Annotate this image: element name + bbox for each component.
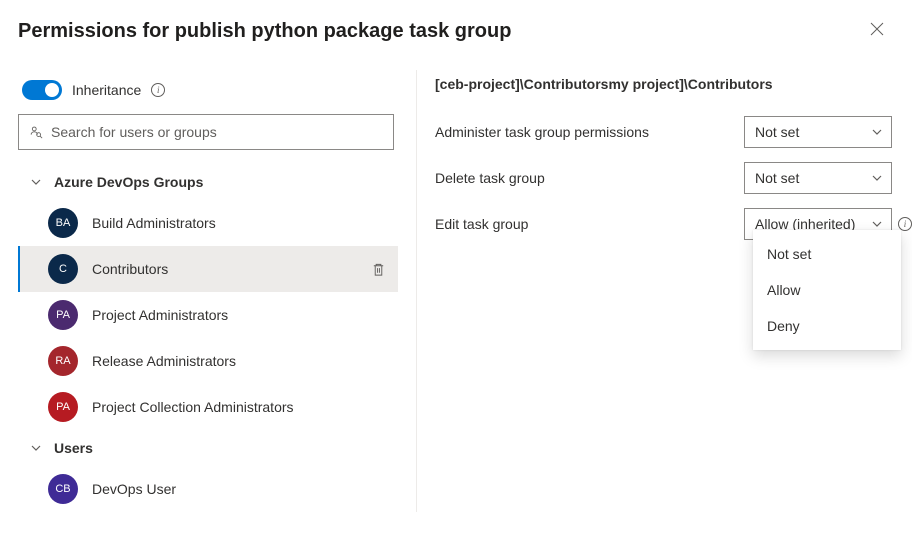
group-label: Contributors (92, 261, 168, 277)
search-input[interactable] (51, 124, 383, 140)
chevron-down-icon (30, 442, 42, 454)
avatar: BA (48, 208, 78, 238)
avatar: CB (48, 474, 78, 504)
avatar: PA (48, 300, 78, 330)
dropdown-option-deny[interactable]: Deny (753, 308, 901, 344)
group-item-project-collection-administrators[interactable]: PA Project Collection Administrators (18, 384, 398, 430)
permission-select-administer[interactable]: Not set (744, 116, 892, 148)
delete-group-button[interactable] (371, 262, 386, 277)
permission-dropdown: Not set Allow Deny (753, 230, 901, 350)
group-item-build-administrators[interactable]: BA Build Administrators (18, 200, 398, 246)
dropdown-option-not-set[interactable]: Not set (753, 236, 901, 272)
right-pane: [ceb-project]\Contributorsmy project]\Co… (417, 62, 912, 512)
avatar: PA (48, 392, 78, 422)
chevron-down-icon (30, 176, 42, 188)
chevron-down-icon (871, 218, 883, 230)
identity-breadcrumb: [ceb-project]\Contributorsmy project]\Co… (435, 76, 912, 92)
permission-row-delete: Delete task group Not set (435, 162, 912, 194)
permission-label: Administer task group permissions (435, 124, 744, 140)
avatar: RA (48, 346, 78, 376)
search-box[interactable] (18, 114, 394, 150)
chevron-down-icon (871, 172, 883, 184)
avatar: C (48, 254, 78, 284)
group-item-release-administrators[interactable]: RA Release Administrators (18, 338, 398, 384)
user-item-devops-user[interactable]: CB DevOps User (18, 466, 398, 512)
groups-section-title: Azure DevOps Groups (54, 174, 203, 190)
identity-picker-icon (29, 125, 43, 139)
group-label: Release Administrators (92, 353, 236, 369)
group-label: Project Collection Administrators (92, 399, 294, 415)
group-label: Project Administrators (92, 307, 228, 323)
close-icon (870, 22, 884, 36)
inheritance-label: Inheritance (72, 82, 141, 98)
chevron-down-icon (871, 126, 883, 138)
group-item-project-administrators[interactable]: PA Project Administrators (18, 292, 398, 338)
info-icon[interactable]: i (151, 83, 165, 97)
users-section-title: Users (54, 440, 93, 456)
permission-label: Delete task group (435, 170, 744, 186)
users-section-header[interactable]: Users (18, 430, 398, 466)
permission-value: Not set (755, 124, 799, 140)
inherited-info-icon[interactable]: i (898, 217, 912, 231)
close-button[interactable] (866, 18, 888, 44)
permission-label: Edit task group (435, 216, 744, 232)
permission-row-administer: Administer task group permissions Not se… (435, 116, 912, 148)
trash-icon (371, 262, 386, 277)
group-label: Build Administrators (92, 215, 216, 231)
permission-value: Not set (755, 170, 799, 186)
group-item-contributors[interactable]: C Contributors (18, 246, 398, 292)
inheritance-toggle[interactable] (22, 80, 62, 100)
toggle-knob (45, 83, 59, 97)
dialog-title: Permissions for publish python package t… (18, 20, 511, 43)
user-label: DevOps User (92, 481, 176, 497)
permission-select-delete[interactable]: Not set (744, 162, 892, 194)
dropdown-option-allow[interactable]: Allow (753, 272, 901, 308)
left-pane: Inheritance i Azure DevOps Groups BA Bui… (18, 62, 398, 512)
groups-section-header[interactable]: Azure DevOps Groups (18, 164, 398, 200)
